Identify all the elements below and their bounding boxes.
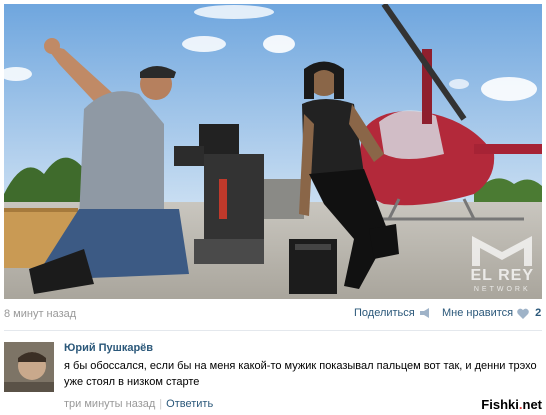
- avatar[interactable]: [4, 342, 54, 392]
- el-rey-watermark: EL REY NETWORK: [471, 232, 535, 293]
- fishki-brand-tld: net: [522, 397, 543, 412]
- fishki-logo: Fishki.net: [481, 397, 542, 412]
- fishki-brand-main: Fishki: [481, 397, 519, 412]
- heart-icon: [517, 308, 529, 319]
- el-rey-logo-icon: [472, 232, 533, 266]
- divider: [4, 330, 542, 331]
- share-label: Поделиться: [354, 307, 415, 319]
- watermark-sub: NETWORK: [473, 286, 531, 293]
- like-button[interactable]: Мне нравится 2: [442, 307, 541, 319]
- comment: Юрий Пушкарёв я бы обоссался, если бы на…: [4, 342, 542, 412]
- post-meta-row: 8 минут назад Поделиться Мне нравится 2: [4, 305, 542, 323]
- like-count: 2: [535, 307, 542, 319]
- user-photo-icon: [4, 342, 54, 392]
- share-button[interactable]: Поделиться: [354, 307, 431, 319]
- post-photo[interactable]: EL REY NETWORK: [4, 4, 542, 299]
- comment-meta: три минуты назад | Ответить: [64, 398, 213, 410]
- comment-author[interactable]: Юрий Пушкарёв: [64, 342, 153, 354]
- like-label: Мне нравится: [442, 307, 514, 319]
- watermark-main: EL REY: [470, 267, 534, 284]
- comment-time[interactable]: три минуты назад: [64, 398, 155, 410]
- film-set-scene: [4, 4, 542, 299]
- meta-separator: |: [159, 398, 163, 410]
- comment-text: я бы обоссался, если бы на меня какой-то…: [64, 360, 537, 388]
- post-time[interactable]: 8 минут назад: [4, 308, 76, 320]
- reply-button[interactable]: Ответить: [166, 398, 213, 410]
- megaphone-icon: [419, 308, 429, 318]
